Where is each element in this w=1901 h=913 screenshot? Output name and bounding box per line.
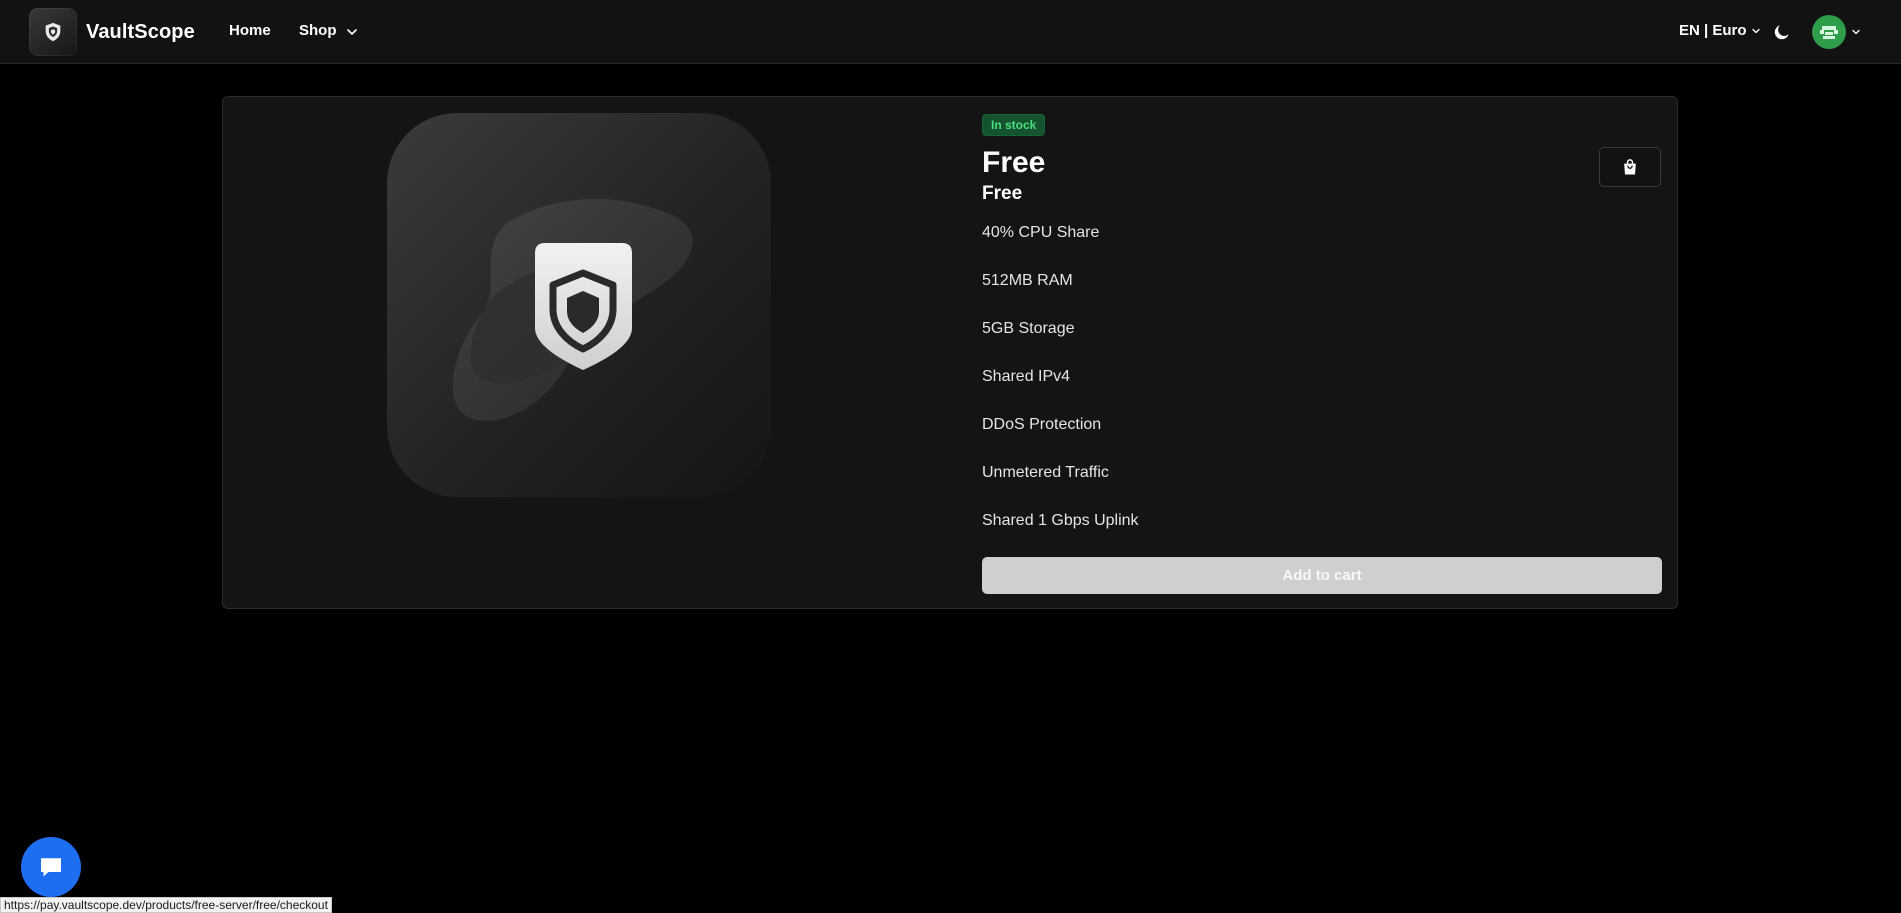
status-badge: In stock [982,114,1046,136]
feature-item: 40% CPU Share [982,224,1100,241]
nav-home-link[interactable]: Home [229,22,271,39]
feature-item: Shared 1 Gbps Uplink [982,512,1139,529]
brand-link[interactable]: VaultScope [29,8,195,56]
product-card: In stock Free Free 40% CPU Share 512MB R… [222,96,1678,609]
moon-icon[interactable] [1772,22,1792,42]
language-currency-label: EN | Euro [1679,22,1747,39]
feature-item: Unmetered Traffic [982,464,1109,481]
language-currency-selector[interactable]: EN | Euro [1679,22,1762,39]
add-to-cart-button[interactable]: Add to cart [982,557,1662,594]
shopping-bag-icon [1624,159,1636,175]
feature-item: DDoS Protection [982,416,1102,433]
avatar [1812,15,1846,49]
product-image [387,113,771,497]
avatar-pattern-icon [1820,26,1838,39]
feature-item: 5GB Storage [982,320,1075,337]
chevron-down-icon[interactable] [344,24,360,40]
product-title: Free [982,146,1046,179]
product-price: Free [982,183,1023,204]
status-bar-url: https://pay.vaultscope.dev/products/free… [0,897,332,913]
feature-item: 512MB RAM [982,272,1073,289]
brand-name: VaultScope [86,20,195,43]
nav-shop-link[interactable]: Shop [299,22,337,39]
shield-logo-icon [29,8,77,56]
chat-button[interactable] [21,837,81,897]
user-menu[interactable] [1812,15,1862,49]
chat-icon [41,858,61,877]
shopping-bag-button[interactable] [1599,147,1661,187]
chevron-down-icon [1751,28,1760,33]
top-navbar: VaultScope Home Shop EN | Euro [0,0,1901,64]
chevron-down-icon [1852,29,1860,35]
feature-item: Shared IPv4 [982,368,1071,385]
product-info: In stock Free Free 40% CPU Share 512MB R… [982,114,1662,557]
feature-list: 40% CPU Share 512MB RAM 5GB Storage Shar… [982,221,1662,557]
